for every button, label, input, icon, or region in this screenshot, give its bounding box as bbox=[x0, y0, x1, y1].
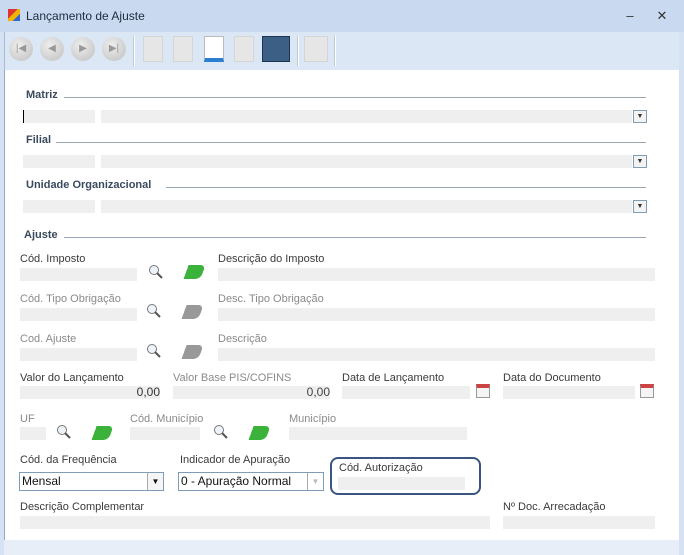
cod-frequencia-select[interactable]: Mensal ▼ bbox=[19, 472, 164, 491]
cod-municipio-input[interactable] bbox=[130, 427, 200, 440]
search-icon[interactable] bbox=[56, 424, 72, 440]
cod-imposto-label: Cód. Imposto bbox=[20, 253, 86, 265]
window-title: Lançamento de Ajuste bbox=[26, 9, 145, 23]
descricao-complementar-input[interactable] bbox=[20, 516, 490, 529]
descricao-complementar-label: Descrição Complementar bbox=[20, 501, 145, 513]
section-unidade: Unidade Organizacional bbox=[26, 179, 152, 191]
section-matriz: Matriz bbox=[26, 89, 58, 101]
next-record-icon[interactable]: ▶ bbox=[71, 37, 95, 61]
divider bbox=[64, 97, 646, 98]
edit-document-icon[interactable] bbox=[173, 36, 193, 62]
toolbar-separator bbox=[133, 36, 135, 66]
delete-document-icon[interactable] bbox=[234, 36, 254, 62]
filial-select[interactable] bbox=[101, 155, 632, 168]
desc-tipo-obrigacao-input[interactable] bbox=[218, 308, 655, 321]
matriz-select[interactable] bbox=[101, 110, 632, 123]
chevron-down-icon[interactable]: ▼ bbox=[307, 473, 323, 490]
app-icon bbox=[8, 9, 20, 21]
first-record-icon[interactable]: |◀ bbox=[9, 37, 33, 61]
cod-ajuste-label: Cod. Ajuste bbox=[20, 333, 77, 345]
chevron-down-icon[interactable]: ▼ bbox=[633, 155, 647, 168]
section-ajuste: Ajuste bbox=[24, 229, 58, 241]
cod-ajuste-input[interactable] bbox=[20, 348, 137, 361]
desc-imposto-label: Descrição do Imposto bbox=[218, 253, 325, 265]
valor-base-input[interactable]: 0,00 bbox=[173, 386, 330, 399]
cod-tipo-obrigacao-label: Cód. Tipo Obrigação bbox=[20, 293, 121, 305]
cod-imposto-input[interactable] bbox=[20, 268, 137, 281]
unidade-code-input[interactable] bbox=[23, 200, 95, 213]
chevron-down-icon[interactable]: ▼ bbox=[633, 110, 647, 123]
descricao-label: Descrição bbox=[218, 333, 267, 345]
matriz-code-input[interactable] bbox=[23, 110, 95, 123]
minimize-button[interactable]: ‒ bbox=[620, 8, 640, 24]
previous-record-icon[interactable]: ◀ bbox=[40, 37, 64, 61]
toolbar-separator bbox=[334, 36, 336, 66]
save-icon[interactable] bbox=[262, 36, 290, 62]
data-lancamento-input[interactable] bbox=[342, 386, 470, 399]
valor-lancamento-input[interactable]: 0,00 bbox=[20, 386, 160, 399]
calendar-icon[interactable] bbox=[476, 384, 490, 398]
cod-autorizacao-label: Cód. Autorização bbox=[339, 462, 423, 474]
last-record-icon[interactable]: ▶| bbox=[102, 37, 126, 61]
calendar-icon[interactable] bbox=[640, 384, 654, 398]
chevron-down-icon[interactable]: ▼ bbox=[147, 473, 163, 490]
data-documento-label: Data do Documento bbox=[503, 372, 601, 384]
descricao-input[interactable] bbox=[218, 348, 655, 361]
cod-municipio-label: Cód. Município bbox=[130, 413, 204, 425]
unidade-select[interactable] bbox=[101, 200, 632, 213]
divider bbox=[56, 142, 646, 143]
search-icon[interactable] bbox=[148, 264, 164, 280]
num-doc-arrecadacao-label: Nº Doc. Arrecadação bbox=[503, 501, 606, 513]
search-icon[interactable] bbox=[146, 303, 162, 319]
indicador-apuracao-label: Indicador de Apuração bbox=[180, 454, 291, 466]
divider bbox=[64, 237, 646, 238]
section-filial: Filial bbox=[26, 134, 52, 146]
cod-frequencia-label: Cód. da Frequência bbox=[20, 454, 117, 466]
filial-code-input[interactable] bbox=[23, 155, 95, 168]
search-icon[interactable] bbox=[213, 424, 229, 440]
lock-icon[interactable] bbox=[304, 36, 328, 62]
num-doc-arrecadacao-input[interactable] bbox=[503, 516, 655, 529]
data-documento-input[interactable] bbox=[503, 386, 635, 399]
indicador-apuracao-value: 0 - Apuração Normal bbox=[181, 474, 292, 488]
municipio-label: Município bbox=[289, 413, 337, 425]
desc-tipo-obrigacao-label: Desc. Tipo Obrigação bbox=[218, 293, 324, 305]
close-button[interactable]: ✕ bbox=[652, 8, 672, 24]
new-document-icon[interactable] bbox=[143, 36, 163, 62]
uf-input[interactable] bbox=[20, 427, 46, 440]
indicador-apuracao-select[interactable]: 0 - Apuração Normal ▼ bbox=[178, 472, 324, 491]
cod-frequencia-value: Mensal bbox=[22, 474, 61, 488]
uf-label: UF bbox=[20, 413, 35, 425]
toolbar-separator bbox=[297, 36, 299, 66]
valor-base-label: Valor Base PIS/COFINS bbox=[173, 372, 292, 384]
desc-imposto-input[interactable] bbox=[218, 268, 655, 281]
chevron-down-icon[interactable]: ▼ bbox=[633, 200, 647, 213]
cod-tipo-obrigacao-input[interactable] bbox=[20, 308, 137, 321]
search-icon[interactable] bbox=[146, 343, 162, 359]
data-lancamento-label: Data de Lançamento bbox=[342, 372, 445, 384]
valor-lancamento-label: Valor do Lançamento bbox=[20, 372, 124, 384]
cod-autorizacao-input[interactable] bbox=[338, 477, 465, 490]
status-strip bbox=[4, 540, 679, 555]
divider bbox=[166, 187, 646, 188]
undo-document-icon[interactable] bbox=[204, 36, 224, 62]
municipio-input[interactable] bbox=[289, 427, 467, 440]
